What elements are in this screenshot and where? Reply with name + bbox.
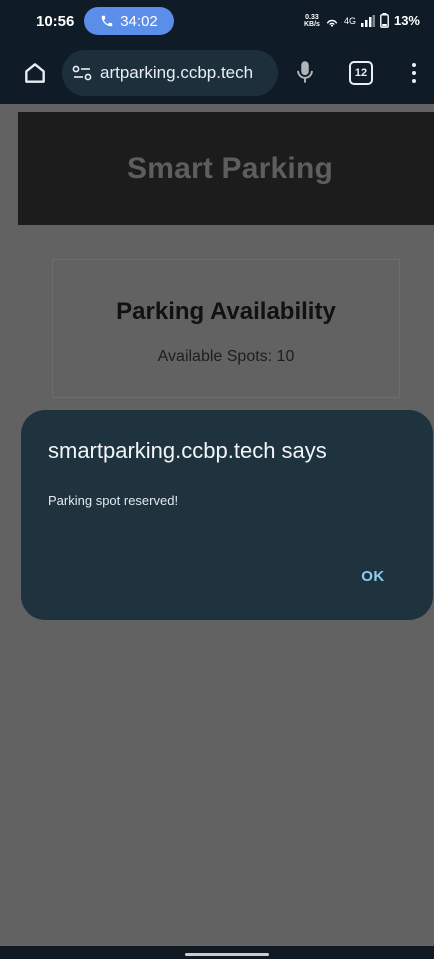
network-type: 4G — [343, 15, 356, 26]
tab-count: 12 — [354, 67, 368, 79]
phone-icon — [101, 15, 113, 27]
gesture-handle[interactable] — [185, 953, 269, 956]
status-bar: 10:56 34:02 0.33 KB/s 4G 13% — [0, 0, 434, 42]
site-header: Smart Parking — [18, 112, 434, 225]
ok-button[interactable]: OK — [339, 558, 407, 594]
signal-icon — [360, 14, 375, 27]
alert-dialog: smartparking.ccbp.tech says Parking spot… — [21, 410, 433, 620]
hotspot-icon — [326, 19, 338, 27]
page-title: Smart Parking — [126, 151, 333, 185]
network-speed-value: 0.33 — [305, 13, 319, 21]
dialog-title: smartparking.ccbp.tech says — [48, 438, 327, 463]
network-speed-unit: KB/s — [304, 20, 320, 28]
network-speed: 0.33 KB/s — [304, 14, 320, 28]
battery-level: 13% — [393, 13, 420, 28]
home-icon — [25, 63, 45, 83]
available-spots-text: Available Spots: 10 — [157, 348, 295, 365]
tab-switcher-button[interactable]: 12 — [349, 61, 373, 85]
more-vert-icon[interactable] — [406, 60, 422, 86]
address-bar[interactable]: artparking.ccbp.tech — [62, 50, 278, 96]
url-text[interactable]: artparking.ccbp.tech — [100, 63, 253, 83]
ongoing-call-chip[interactable]: 34:02 — [84, 7, 174, 35]
availability-title: Parking Availability — [116, 298, 336, 325]
call-duration: 34:02 — [120, 12, 158, 30]
site-settings-icon[interactable] — [72, 65, 92, 81]
home-button[interactable] — [22, 60, 48, 86]
battery-icon — [380, 13, 389, 28]
status-time: 10:56 — [36, 13, 75, 30]
status-indicators: 0.33 KB/s 4G 13% — [304, 13, 420, 28]
voice-search-button[interactable] — [292, 57, 318, 89]
navigation-bar — [0, 946, 434, 959]
dialog-message: Parking spot reserved! — [48, 493, 179, 508]
mic-icon — [297, 61, 313, 83]
browser-toolbar: artparking.ccbp.tech 12 — [0, 42, 434, 104]
availability-card: Parking Availability Available Spots: 10 — [52, 259, 400, 398]
